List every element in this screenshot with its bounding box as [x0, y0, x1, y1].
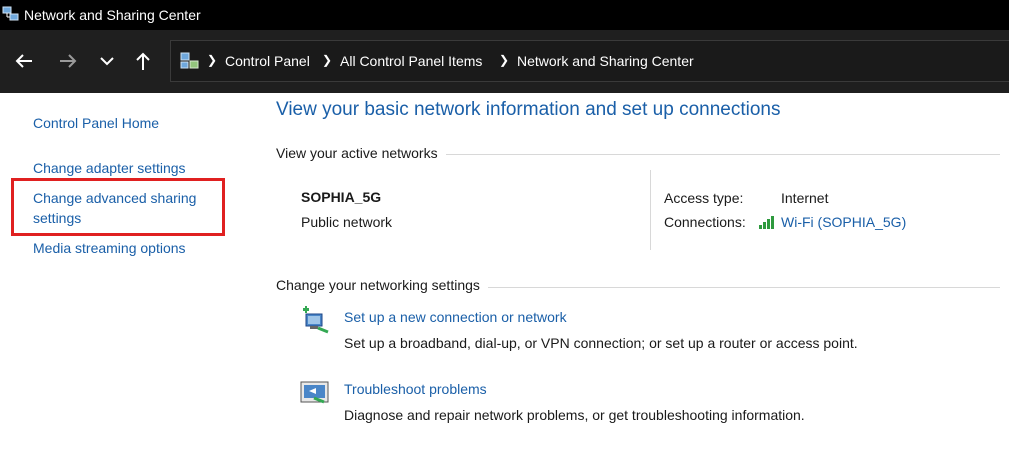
chevron-down-icon[interactable]	[95, 49, 119, 73]
active-networks-header: View your active networks	[276, 145, 446, 161]
address-bar[interactable]: ❯ Control Panel ❯ All Control Panel Item…	[170, 40, 1009, 82]
sidebar-item-control-panel-home[interactable]: Control Panel Home	[33, 113, 159, 133]
control-panel-icon	[180, 52, 200, 70]
breadcrumb-separator-icon: ❯	[322, 53, 333, 67]
network-center-icon	[2, 5, 20, 23]
connections-label: Connections:	[664, 214, 746, 230]
troubleshoot-icon	[300, 379, 330, 407]
breadcrumb-network-center[interactable]: Network and Sharing Center	[517, 53, 694, 69]
new-connection-icon	[300, 306, 330, 334]
breadcrumb-separator-icon: ❯	[207, 53, 218, 67]
network-type: Public network	[301, 214, 393, 230]
setup-connection-description: Set up a broadband, dial-up, or VPN conn…	[344, 335, 858, 351]
sidebar-item-media-streaming[interactable]: Media streaming options	[33, 238, 186, 258]
navigation-bar: ❯ Control Panel ❯ All Control Panel Item…	[0, 30, 1009, 93]
settings-header: Change your networking settings	[276, 277, 488, 293]
back-arrow-icon[interactable]	[12, 49, 36, 73]
breadcrumb-control-panel[interactable]: Control Panel	[225, 53, 310, 69]
breadcrumb-all-items[interactable]: All Control Panel Items	[340, 53, 482, 69]
access-type-value: Internet	[781, 190, 829, 206]
network-vertical-divider	[650, 170, 651, 250]
wifi-connection-link[interactable]: Wi-Fi (SOPHIA_5G)	[781, 214, 906, 230]
troubleshoot-link[interactable]: Troubleshoot problems	[344, 381, 487, 397]
access-type-label: Access type:	[664, 190, 744, 206]
title-bar: Network and Sharing Center	[0, 0, 1009, 30]
wifi-signal-icon	[759, 215, 777, 229]
setup-connection-link[interactable]: Set up a new connection or network	[344, 309, 567, 325]
page-title: View your basic network information and …	[276, 99, 781, 120]
highlight-box	[11, 178, 225, 236]
up-arrow-icon[interactable]	[131, 49, 155, 73]
breadcrumb-separator-icon: ❯	[499, 53, 510, 67]
network-name: SOPHIA_5G	[301, 189, 382, 205]
forward-arrow-icon[interactable]	[56, 49, 80, 73]
troubleshoot-description: Diagnose and repair network problems, or…	[344, 407, 805, 423]
window-title: Network and Sharing Center	[24, 7, 201, 23]
sidebar-item-change-adapter-settings[interactable]: Change adapter settings	[33, 158, 186, 178]
